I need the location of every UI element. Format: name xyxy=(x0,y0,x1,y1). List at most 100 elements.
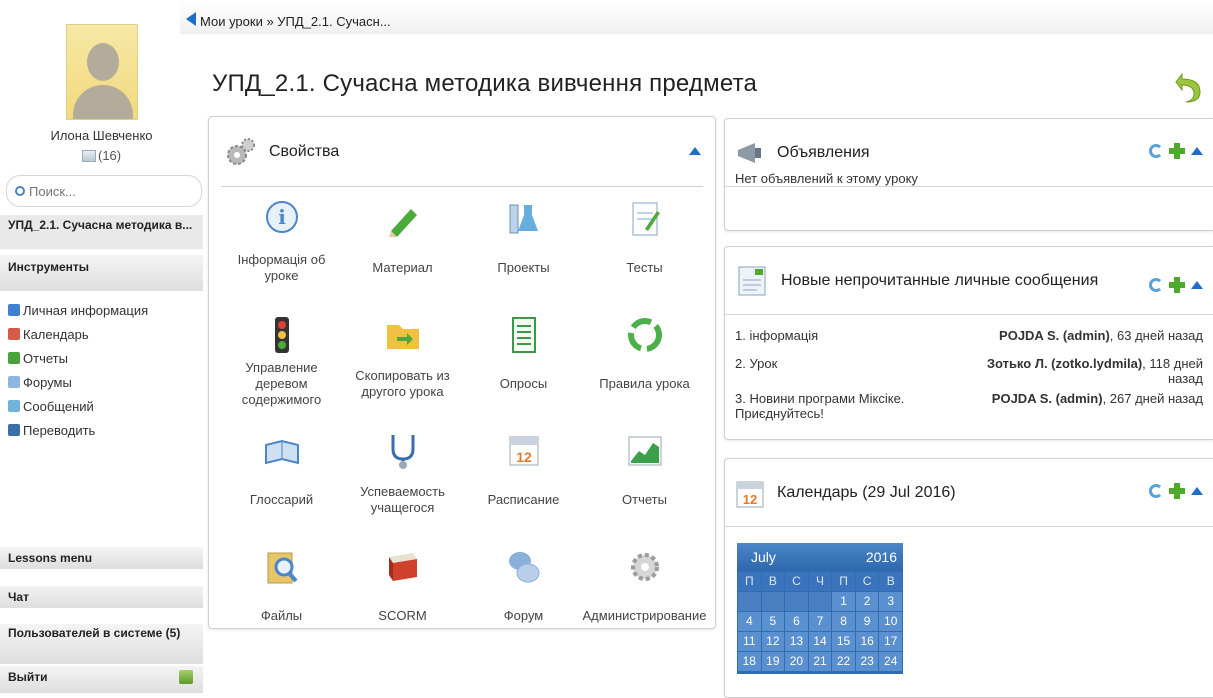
calendar-day[interactable]: 5 xyxy=(761,612,785,631)
tool-scorm-book[interactable]: SCORM xyxy=(342,543,463,659)
tool-gears[interactable]: Администрирование xyxy=(583,543,706,659)
calendar-day[interactable]: 12 xyxy=(761,632,785,651)
collapse-icon[interactable] xyxy=(1191,487,1203,495)
megaphone-icon xyxy=(738,142,761,163)
calendar-day[interactable]: 13 xyxy=(785,632,808,651)
announcements-empty: Нет объявлений к этому уроку xyxy=(735,171,918,186)
tool-forum-bubbles[interactable]: Форум xyxy=(463,543,584,659)
refresh-icon[interactable] xyxy=(1149,144,1163,158)
tool-label: Управление деревом содержимого xyxy=(241,360,322,407)
message-subject[interactable]: 1. інформація xyxy=(735,328,818,343)
translate-icon xyxy=(8,424,20,436)
course-short-title[interactable]: УПД_2.1. Сучасна методика в... xyxy=(0,215,203,249)
tool-schedule[interactable]: 12 Расписание xyxy=(463,427,584,543)
calendar-day[interactable]: 9 xyxy=(855,612,879,631)
collapse-icon[interactable] xyxy=(1191,147,1203,155)
calendar-month[interactable]: July xyxy=(751,549,776,565)
collapse-icon[interactable] xyxy=(1191,281,1203,289)
refresh-icon[interactable] xyxy=(1149,278,1163,292)
sidebar-tool-personal-info[interactable]: Личная информация xyxy=(8,298,148,322)
calendar-day[interactable]: 18 xyxy=(738,652,761,671)
calendar-day[interactable]: 1 xyxy=(832,592,855,611)
tool-stethoscope[interactable]: Успеваемость учащегося xyxy=(342,427,463,543)
calendar-day[interactable]: 14 xyxy=(808,632,832,651)
sidebar-tool-forums[interactable]: Форумы xyxy=(8,370,148,394)
sidebar-tool-label: Календарь xyxy=(23,326,89,342)
tool-file-search[interactable]: Файлы xyxy=(221,543,342,659)
sidebar-tool-reports[interactable]: Отчеты xyxy=(8,346,148,370)
open-book-icon xyxy=(264,439,299,465)
tool-recycle[interactable]: Правила урока xyxy=(584,311,705,427)
message-subject[interactable]: 3. Новини програми Міксіке. Приєднуйтесь… xyxy=(735,391,955,421)
calendar-day[interactable]: 7 xyxy=(808,612,832,631)
sidebar-tool-label: Личная информация xyxy=(23,302,149,318)
svg-text:12: 12 xyxy=(743,492,757,507)
calendar-day[interactable]: 4 xyxy=(738,612,761,631)
tool-chart[interactable]: Отчеты xyxy=(584,427,705,543)
recycle-icon xyxy=(627,318,662,352)
message-subject[interactable]: 2. Урок xyxy=(735,356,777,371)
back-arrow-icon[interactable] xyxy=(186,12,196,26)
tool-info[interactable]: i Інформація об уроке xyxy=(221,195,342,311)
avatar[interactable] xyxy=(66,24,138,120)
calendar-day[interactable]: 10 xyxy=(879,612,902,631)
calendar-day[interactable]: 20 xyxy=(785,652,808,671)
search-input[interactable] xyxy=(29,183,189,199)
calendar-weekday: В xyxy=(761,572,785,591)
tool-test-sheet[interactable]: Тесты xyxy=(584,195,705,311)
sidebar-tool-calendar[interactable]: Календарь xyxy=(8,322,148,346)
calendar-day[interactable]: 6 xyxy=(785,612,808,631)
calendar-day[interactable]: 24 xyxy=(879,652,902,671)
tool-survey[interactable]: Опросы xyxy=(463,311,584,427)
tool-open-book[interactable]: Глоссарий xyxy=(221,427,342,543)
message-count[interactable]: (16) xyxy=(82,148,121,163)
online-users[interactable]: Пользователей в системе (5) xyxy=(0,624,203,664)
add-icon[interactable] xyxy=(1169,277,1185,293)
logout-button[interactable]: Выйти xyxy=(0,666,203,693)
calendar-icon: 12 xyxy=(736,481,764,507)
return-arrow-icon[interactable] xyxy=(1174,70,1204,104)
message-item[interactable]: 2. Урок Зотько Л. (zotko.lydmila), 118 дн… xyxy=(735,351,1203,386)
message-item[interactable]: 1. інформація POJDA S. (admin), 63 дней н… xyxy=(735,323,1203,351)
add-icon[interactable] xyxy=(1169,143,1185,159)
collapse-icon[interactable] xyxy=(689,147,701,155)
message-sender-name[interactable]: POJDA S. (admin) xyxy=(999,328,1110,343)
user-name[interactable]: Илона Шевченко xyxy=(0,128,203,143)
sidebar-tool-translate[interactable]: Переводить xyxy=(8,418,148,442)
calendar-day[interactable]: 17 xyxy=(879,632,902,651)
tool-label: Файлы xyxy=(260,608,303,623)
message-item[interactable]: 3. Новини програми Міксіке. Приєднуйтесь… xyxy=(735,386,1203,421)
tool-traffic-light[interactable]: Управление деревом содержимого xyxy=(221,311,342,427)
calendar-day[interactable]: 3 xyxy=(879,592,902,611)
calendar-grid: П В С Ч П С В 1 2 3 4 5 6 7 8 9 10 11 12 13 14 15 16 17 18 19 20 21… xyxy=(737,571,903,672)
calendar-day[interactable]: 11 xyxy=(738,632,761,651)
message-sender-name[interactable]: POJDA S. (admin) xyxy=(992,391,1103,406)
private-messages-title: Новые непрочитанные личные сообщения xyxy=(781,271,1099,289)
calendar-year[interactable]: 2016 xyxy=(866,549,897,565)
calendar-day[interactable]: 23 xyxy=(855,652,879,671)
calendar-empty-cell xyxy=(738,592,761,611)
gears-icon xyxy=(630,553,659,581)
scorm-book-icon xyxy=(388,553,417,581)
calendar-day[interactable]: 19 xyxy=(761,652,785,671)
calendar-day[interactable]: 21 xyxy=(808,652,832,671)
tool-label: Скопировать из другого урока xyxy=(355,368,450,399)
chat-header[interactable]: Чат xyxy=(0,586,203,608)
calendar-day[interactable]: 15 xyxy=(832,632,855,651)
message-sender-name[interactable]: Зотько Л. (zotko.lydmila) xyxy=(987,356,1142,371)
calendar-day[interactable]: 8 xyxy=(832,612,855,631)
calendar-day[interactable]: 22 xyxy=(832,652,855,671)
calendar-day[interactable]: 16 xyxy=(855,632,879,651)
message-age: , 267 дней назад xyxy=(1102,391,1203,406)
refresh-icon[interactable] xyxy=(1149,484,1163,498)
tool-flask[interactable]: Проекты xyxy=(463,195,584,311)
tool-folder-copy[interactable]: Скопировать из другого урока xyxy=(342,311,463,427)
sidebar-tool-messages[interactable]: Сообщений xyxy=(8,394,148,418)
calendar-weekday: П xyxy=(832,572,855,591)
tool-pencil[interactable]: Материал xyxy=(342,195,463,311)
lessons-menu-header[interactable]: Lessons menu xyxy=(0,547,203,569)
add-icon[interactable] xyxy=(1169,483,1185,499)
calendar-day[interactable]: 2 xyxy=(855,592,879,611)
chart-icon xyxy=(628,436,661,466)
breadcrumb[interactable]: Мои уроки » УПД_2.1. Сучасн... xyxy=(200,14,391,29)
